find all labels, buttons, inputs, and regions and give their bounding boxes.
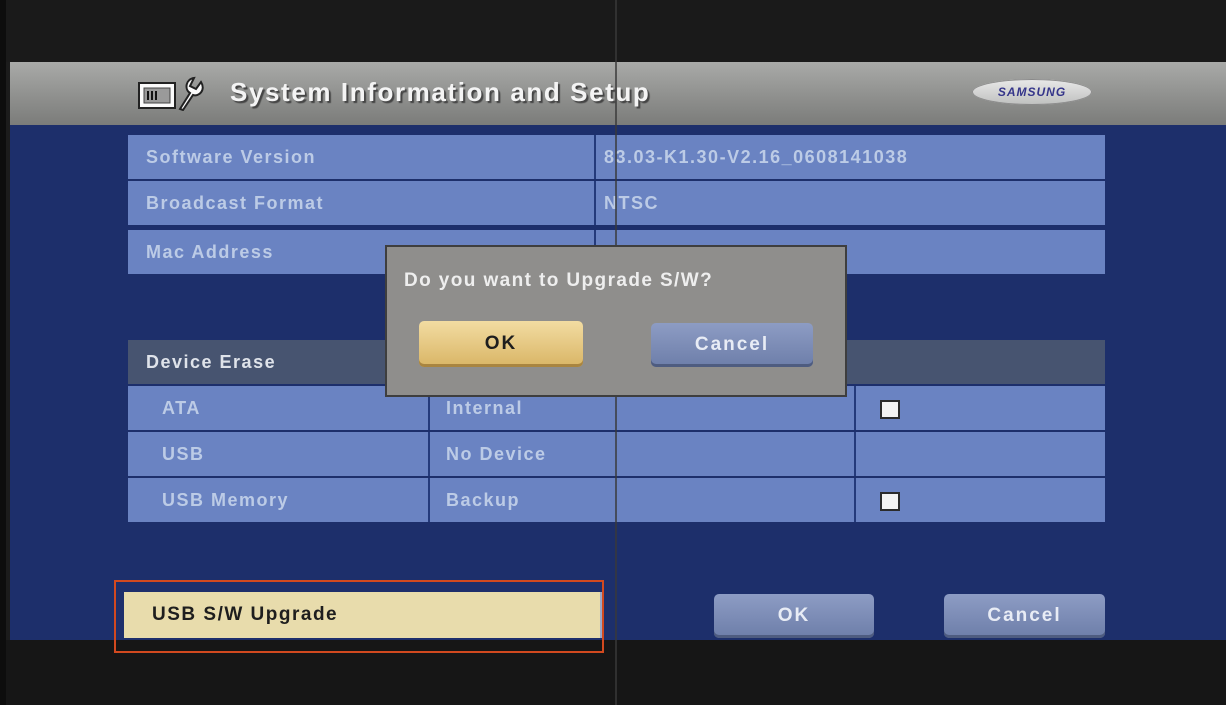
column-divider <box>854 432 856 476</box>
system-setup-icon <box>138 76 204 111</box>
column-divider <box>594 181 596 225</box>
info-label: Mac Address <box>146 242 274 262</box>
device-status: No Device <box>446 444 547 464</box>
info-label: Broadcast Format <box>146 193 325 213</box>
device-name: USB <box>162 444 205 464</box>
column-divider <box>594 135 596 179</box>
info-value: 83.03-K1.30-V2.16_0608141038 <box>604 147 909 167</box>
info-value: NTSC <box>604 193 659 213</box>
ok-button[interactable]: OK <box>714 594 874 638</box>
dialog-message: Do you want to Upgrade S/W? <box>404 270 714 291</box>
dialog-ok-button[interactable]: OK <box>419 321 583 367</box>
top-letterbox <box>0 0 1226 62</box>
upgrade-confirm-dialog: Do you want to Upgrade S/W? OK Cancel <box>385 245 847 397</box>
device-status: Backup <box>446 490 521 510</box>
column-divider <box>854 386 856 430</box>
device-erase-title: Device Erase <box>146 352 277 372</box>
erase-usb-memory-checkbox[interactable] <box>880 492 900 511</box>
brand-logo: SAMSUNG <box>972 79 1092 105</box>
selection-highlight <box>114 580 604 653</box>
info-label: Software Version <box>146 147 317 167</box>
device-name: USB Memory <box>162 490 290 510</box>
page-title: System Information and Setup <box>230 77 651 107</box>
left-edge <box>0 0 6 705</box>
column-divider <box>428 432 430 476</box>
device-name: ATA <box>162 398 201 418</box>
erase-ata-checkbox[interactable] <box>880 400 900 419</box>
dialog-cancel-button[interactable]: Cancel <box>651 323 813 367</box>
column-divider <box>428 478 430 522</box>
column-divider <box>854 478 856 522</box>
cancel-button[interactable]: Cancel <box>944 594 1105 638</box>
